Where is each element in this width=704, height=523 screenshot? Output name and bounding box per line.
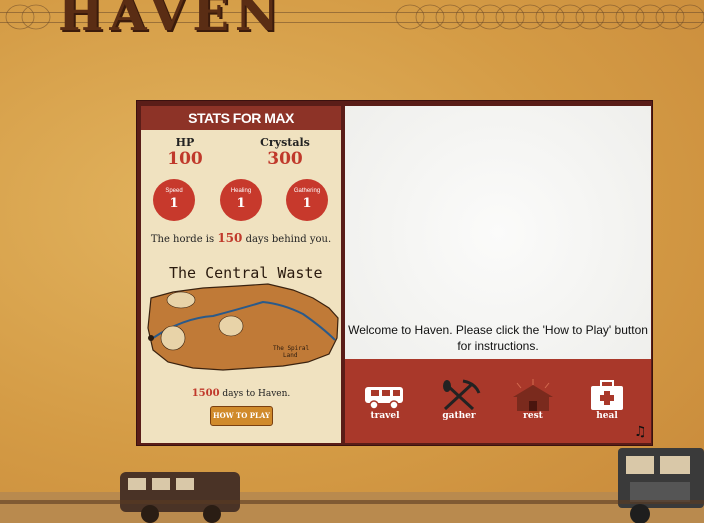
message-screen: Welcome to Haven. Please click the 'How …	[345, 106, 651, 359]
hp-stat: HP 100	[145, 136, 225, 169]
gathering-value: 1	[302, 196, 312, 211]
stats-panel: STATS FOR MAX HP 100 Crystals 300 Speed …	[141, 106, 341, 443]
crystals-label: Crystals	[260, 136, 310, 149]
speed-badge: Speed 1	[153, 179, 195, 221]
speed-value: 1	[169, 196, 179, 211]
crystals-stat: Crystals 300	[245, 136, 325, 169]
svg-text:Land: Land	[283, 352, 298, 359]
hp-label: HP	[175, 136, 195, 149]
heal-button[interactable]: heal	[579, 379, 635, 439]
gathering-badge: Gathering 1	[286, 179, 328, 221]
music-note-icon[interactable]: ♫	[634, 424, 647, 440]
first-aid-kit-icon	[591, 380, 623, 410]
wasteland-scene	[0, 448, 704, 523]
region-map: The Spiral Land The Central Waste	[143, 258, 341, 376]
cabin-icon	[513, 379, 553, 411]
horde-prefix: The horde is	[150, 234, 215, 245]
hp-value: 100	[167, 149, 203, 169]
stats-heading: STATS FOR MAX	[141, 106, 341, 130]
days-value: 1500	[191, 388, 220, 399]
pickaxe-shovel-icon	[443, 379, 481, 411]
action-bar: travel gather rest heal	[345, 359, 651, 443]
how-to-play-button[interactable]: HOW TO PLAY	[210, 406, 273, 426]
rest-button[interactable]: rest	[505, 379, 561, 439]
svg-text:The Spiral: The Spiral	[273, 345, 310, 352]
gathering-label: Gathering	[293, 188, 321, 194]
gather-label: gather	[442, 411, 476, 421]
days-to-haven: 1500 days to Haven.	[141, 388, 341, 399]
map-title: The Central Waste	[169, 264, 323, 282]
rest-label: rest	[523, 411, 543, 421]
crystals-value: 300	[267, 149, 303, 169]
game-frame: STATS FOR MAX HP 100 Crystals 300 Speed …	[136, 100, 653, 446]
heal-label: heal	[596, 411, 618, 421]
van-icon	[365, 387, 403, 410]
horde-status: The horde is 150 days behind you.	[141, 231, 341, 245]
healing-value: 1	[236, 196, 246, 211]
title-band: HAVEN	[0, 0, 704, 38]
horde-suffix: days behind you.	[245, 234, 332, 245]
healing-label: Healing	[230, 188, 252, 194]
days-suffix: days to Haven.	[222, 389, 291, 399]
horde-days: 150	[217, 231, 243, 245]
healing-badge: Healing 1	[220, 179, 262, 221]
welcome-message: Welcome to Haven. Please click the 'How …	[348, 323, 648, 353]
game-title: HAVEN	[58, 0, 285, 38]
travel-button[interactable]: travel	[357, 379, 413, 439]
gather-button[interactable]: gather	[431, 379, 487, 439]
travel-label: travel	[370, 411, 400, 421]
speed-label: Speed	[165, 188, 183, 194]
